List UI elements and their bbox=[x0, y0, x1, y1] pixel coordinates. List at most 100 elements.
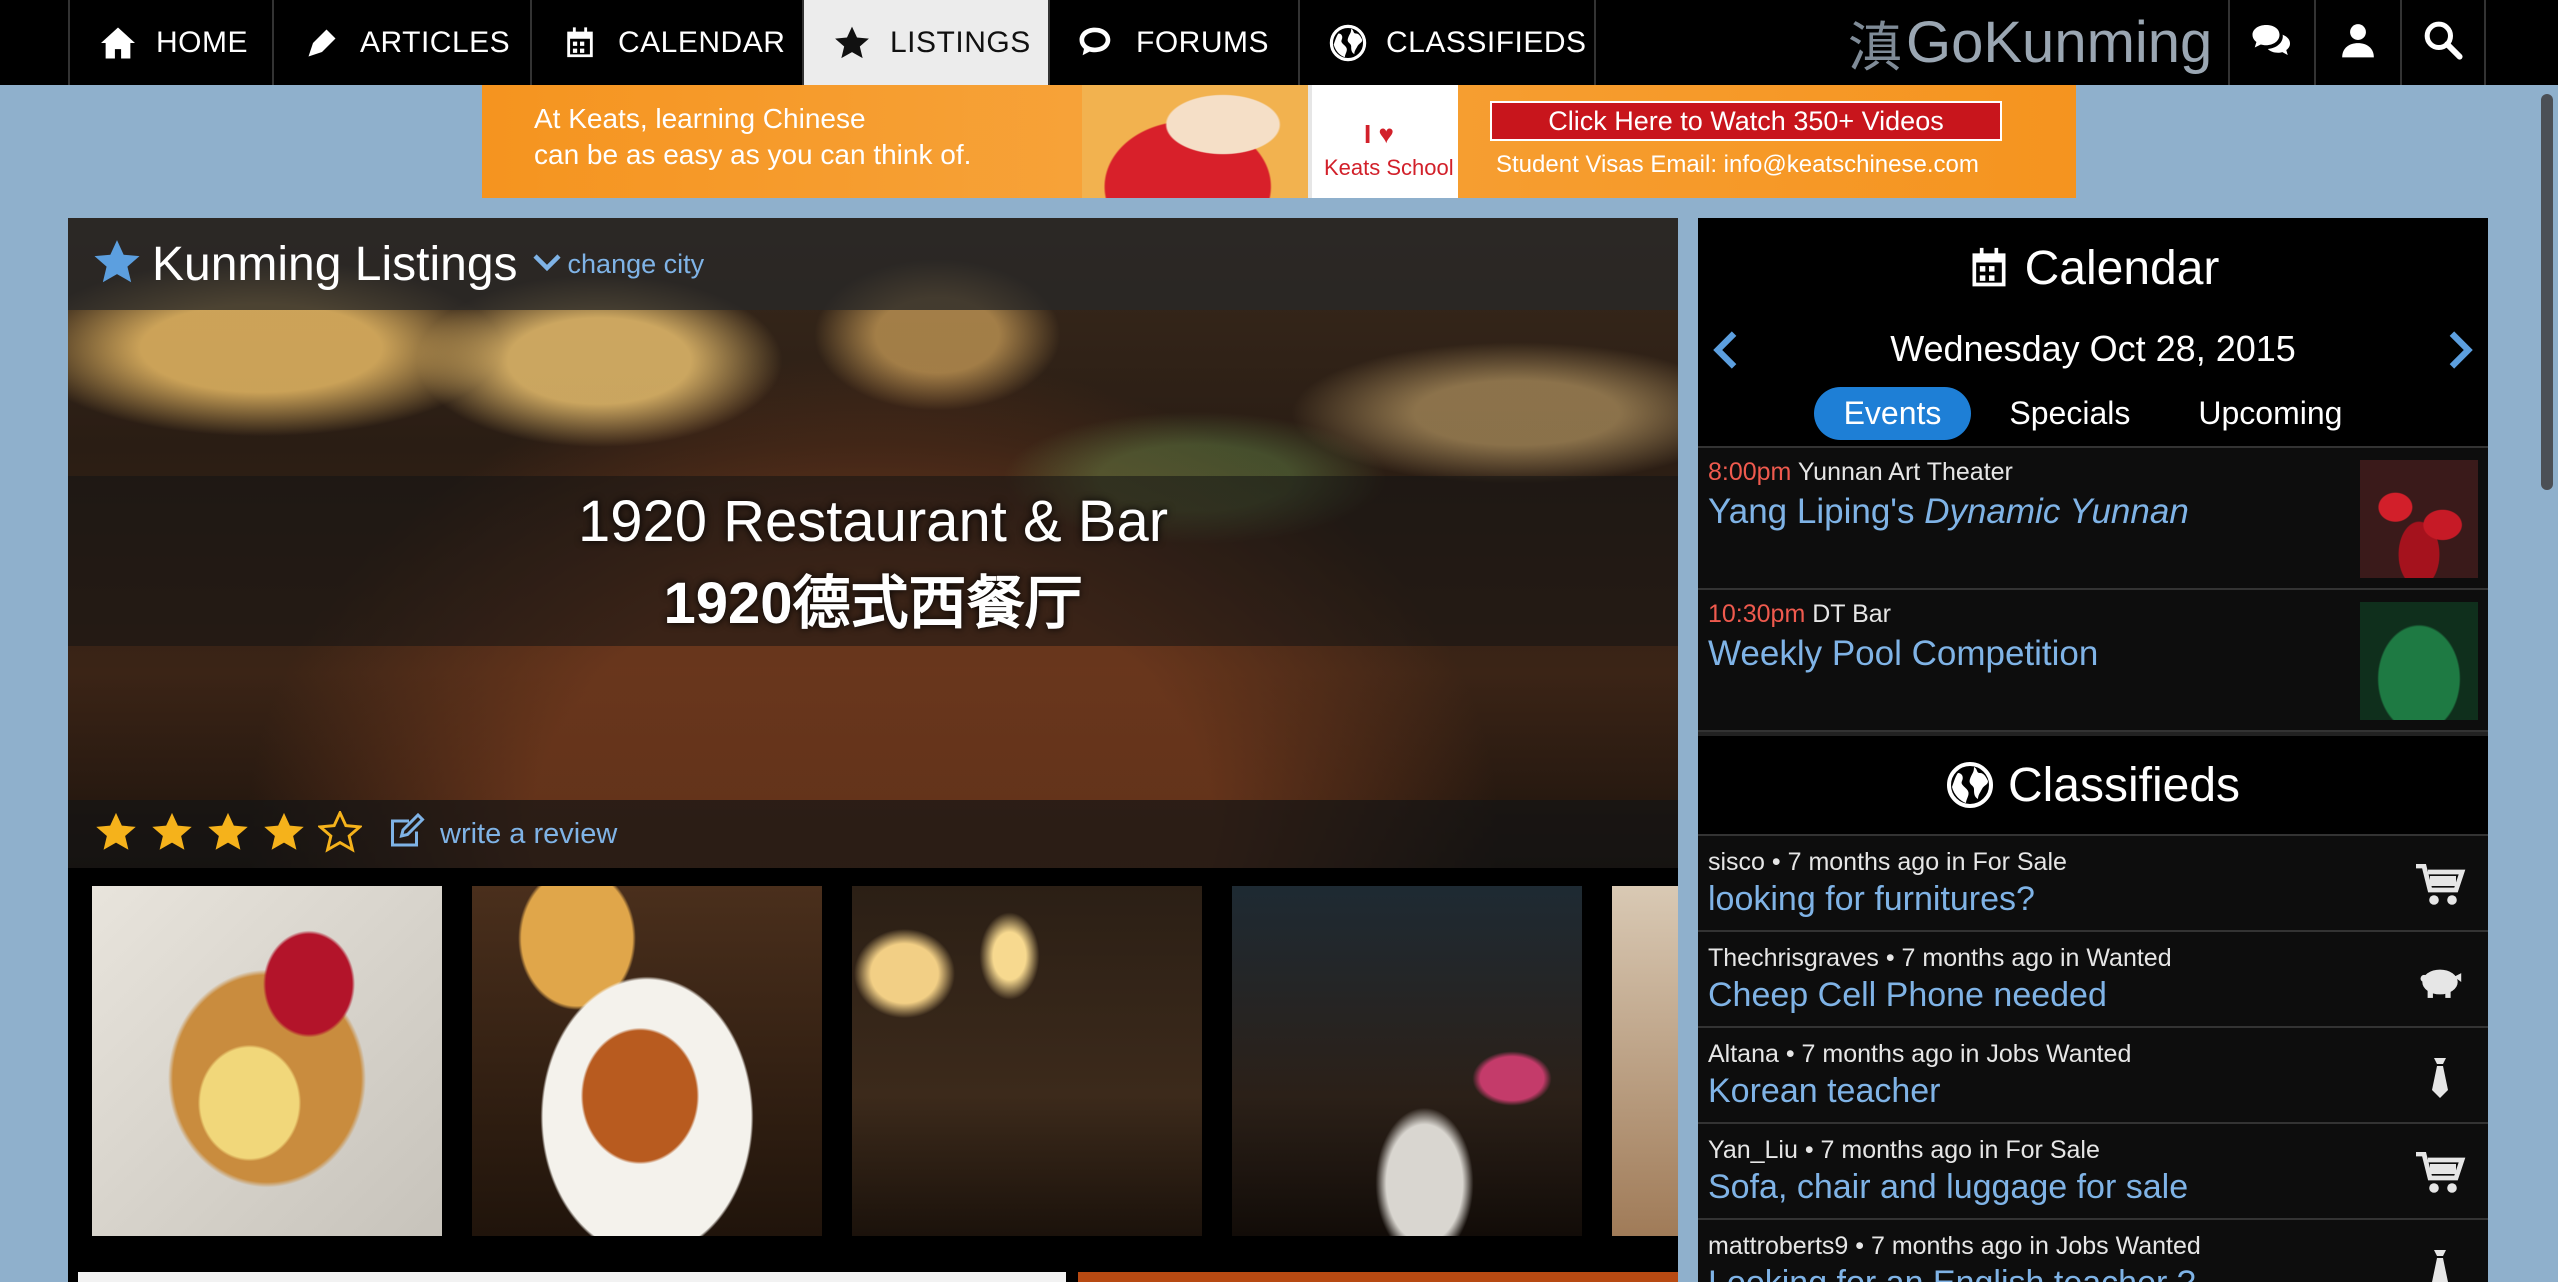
star-icon bbox=[92, 238, 142, 291]
event-thumbnail[interactable] bbox=[2360, 602, 2478, 720]
event-title-emphasis: Dynamic Yunnan bbox=[1924, 492, 2189, 531]
user-icon bbox=[2339, 21, 2377, 64]
classified-item[interactable]: Altana • 7 months ago in Jobs Wanted Kor… bbox=[1698, 1028, 2488, 1124]
event-list: 8:00pm Yunnan Art Theater Yang Liping's … bbox=[1698, 446, 2488, 732]
classified-list: sisco • 7 months ago in For Sale looking… bbox=[1698, 834, 2488, 1282]
nav-calendar[interactable]: CALENDAR bbox=[530, 0, 802, 85]
ad-cta-button[interactable]: Click Here to Watch 350+ Videos bbox=[1490, 101, 2002, 141]
ad-banner[interactable]: At Keats, learning Chinese can be as eas… bbox=[482, 85, 2076, 198]
star-rating[interactable] bbox=[94, 808, 374, 858]
ad-school-card: I ♥ Keats School bbox=[1308, 85, 1458, 198]
event-title-text: Weekly Pool Competition bbox=[1708, 634, 2099, 673]
scrollbar-thumb[interactable] bbox=[2541, 94, 2553, 490]
write-review-label: write a review bbox=[440, 817, 618, 850]
classified-title[interactable]: Cheep Cell Phone needed bbox=[1708, 976, 2107, 1015]
event-item[interactable]: 10:30pm DT Bar Weekly Pool Competition bbox=[1698, 590, 2488, 732]
classified-item[interactable]: Thechrisgraves • 7 months ago in Wanted … bbox=[1698, 932, 2488, 1028]
home-icon bbox=[98, 23, 138, 63]
event-meta: 8:00pm Yunnan Art Theater bbox=[1708, 458, 2013, 487]
content-block-left bbox=[78, 1272, 1066, 1282]
cart-icon bbox=[2414, 1152, 2466, 1196]
classified-title[interactable]: looking for furnitures? bbox=[1708, 880, 2035, 919]
event-title-text: Yang Liping's bbox=[1708, 492, 1925, 531]
globe-icon bbox=[1328, 23, 1368, 63]
sidebar: Calendar Wednesday Oct 28, 2015 Events S… bbox=[1698, 218, 2488, 1282]
chevron-down-icon bbox=[532, 252, 562, 277]
nav-label: CALENDAR bbox=[618, 25, 786, 59]
event-title[interactable]: Weekly Pool Competition bbox=[1708, 634, 2098, 674]
cart-icon bbox=[2414, 864, 2466, 908]
site-logo[interactable]: 滇 GoKunming bbox=[1848, 0, 2228, 85]
logo-text: GoKunming bbox=[1906, 10, 2213, 75]
nav-classifieds[interactable]: CLASSIFIEDS bbox=[1298, 0, 1596, 85]
change-city-link[interactable]: change city bbox=[568, 249, 705, 280]
classified-meta: Yan_Liu • 7 months ago in For Sale bbox=[1708, 1136, 2100, 1164]
star-filled-icon[interactable] bbox=[94, 811, 138, 858]
event-venue: DT Bar bbox=[1812, 600, 1891, 628]
classified-title[interactable]: Sofa, chair and luggage for sale bbox=[1708, 1168, 2188, 1207]
nav-label: CLASSIFIEDS bbox=[1386, 25, 1587, 59]
ad-line-2: can be as easy as you can think of. bbox=[534, 139, 972, 170]
nav-forums[interactable]: FORUMS bbox=[1048, 0, 1298, 85]
calendar-title: Calendar bbox=[2024, 241, 2220, 295]
nav-listings[interactable]: LISTINGS bbox=[802, 0, 1048, 85]
gallery-thumbnail[interactable] bbox=[1612, 886, 1678, 1236]
ad-line-1: At Keats, learning Chinese bbox=[534, 103, 866, 134]
tab-events[interactable]: Events bbox=[1813, 386, 1972, 440]
tab-upcoming[interactable]: Upcoming bbox=[2168, 387, 2372, 440]
nav-articles[interactable]: ARTICLES bbox=[272, 0, 530, 85]
classifieds-header: Classifieds bbox=[1698, 736, 2488, 834]
star-filled-icon[interactable] bbox=[150, 811, 194, 858]
gallery-thumbnail[interactable] bbox=[92, 886, 442, 1236]
classified-meta: Thechrisgraves • 7 months ago in Wanted bbox=[1708, 944, 2172, 972]
user-button[interactable] bbox=[2314, 0, 2400, 85]
nav-label: ARTICLES bbox=[360, 25, 511, 59]
classified-item[interactable]: mattroberts9 • 7 months ago in Jobs Want… bbox=[1698, 1220, 2488, 1282]
chat-icon bbox=[1078, 23, 1118, 63]
event-time: 10:30pm bbox=[1708, 600, 1806, 628]
calendar-icon bbox=[1967, 245, 2011, 291]
star-empty-icon[interactable] bbox=[316, 808, 364, 858]
gallery-thumbnail[interactable] bbox=[1232, 886, 1582, 1236]
star-filled-icon[interactable] bbox=[262, 811, 306, 858]
ad-school-name: Keats School bbox=[1324, 155, 1454, 180]
classified-item[interactable]: Yan_Liu • 7 months ago in For Sale Sofa,… bbox=[1698, 1124, 2488, 1220]
rating-bar: write a review bbox=[68, 800, 1678, 868]
write-review-link[interactable]: write a review bbox=[386, 812, 617, 856]
search-button[interactable] bbox=[2400, 0, 2486, 85]
logo-glyph: 滇 bbox=[1848, 16, 1902, 79]
nav-label: FORUMS bbox=[1136, 25, 1269, 59]
event-thumbnail[interactable] bbox=[2360, 460, 2478, 578]
gallery-thumbnail[interactable] bbox=[472, 886, 822, 1236]
edit-icon bbox=[386, 812, 426, 856]
piggy-bank-icon bbox=[2414, 960, 2466, 1004]
pen-icon bbox=[302, 23, 342, 63]
calendar-icon bbox=[560, 23, 600, 63]
nav-label: LISTINGS bbox=[890, 25, 1031, 59]
event-item[interactable]: 8:00pm Yunnan Art Theater Yang Liping's … bbox=[1698, 448, 2488, 590]
tab-specials[interactable]: Specials bbox=[1979, 387, 2160, 440]
nav-label: HOME bbox=[156, 25, 248, 59]
gallery-thumbnail[interactable] bbox=[852, 886, 1202, 1236]
messages-button[interactable] bbox=[2228, 0, 2314, 85]
calendar-header: Calendar bbox=[1698, 218, 2488, 318]
classified-meta: sisco • 7 months ago in For Sale bbox=[1708, 848, 2067, 876]
chevron-left-icon[interactable] bbox=[1712, 330, 1738, 379]
event-title[interactable]: Yang Liping's Dynamic Yunnan bbox=[1708, 492, 2189, 532]
chevron-right-icon[interactable] bbox=[2448, 330, 2474, 379]
classified-item[interactable]: sisco • 7 months ago in For Sale looking… bbox=[1698, 836, 2488, 932]
classified-title[interactable]: Korean teacher bbox=[1708, 1072, 1941, 1111]
star-filled-icon[interactable] bbox=[206, 811, 250, 858]
calendar-tabs: Events Specials Upcoming bbox=[1698, 380, 2488, 446]
listing-header: Kunming Listings change city bbox=[68, 218, 1678, 310]
classifieds-title: Classifieds bbox=[2007, 758, 2241, 812]
ad-heart: I ♥ bbox=[1364, 119, 1394, 149]
content-block-right bbox=[1078, 1272, 1678, 1282]
classified-title[interactable]: Looking for an English teacher ? bbox=[1708, 1264, 2196, 1282]
ad-info: Student Visas Email: info@keatschinese.c… bbox=[1496, 151, 1979, 178]
event-time: 8:00pm bbox=[1708, 458, 1792, 486]
globe-icon bbox=[1946, 761, 1994, 809]
calendar-date: Wednesday Oct 28, 2015 bbox=[1890, 328, 2296, 369]
classified-meta: Altana • 7 months ago in Jobs Wanted bbox=[1708, 1040, 2132, 1068]
nav-home[interactable]: HOME bbox=[68, 0, 272, 85]
